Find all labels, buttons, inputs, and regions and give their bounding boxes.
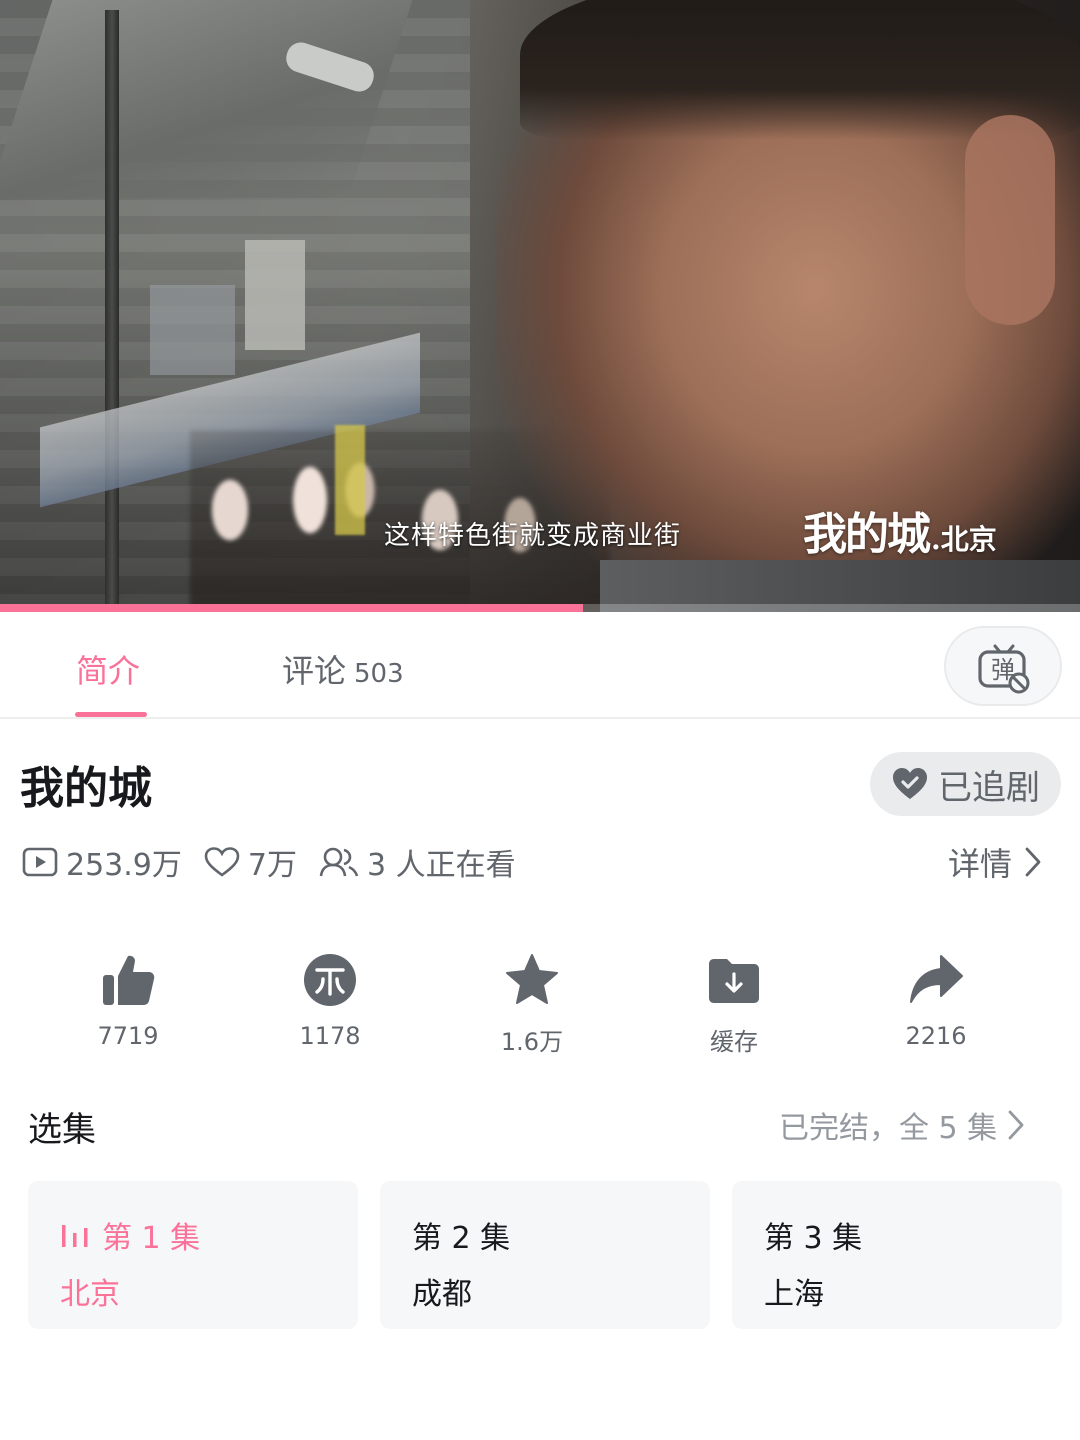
favorite-button[interactable]: 1.6万 (452, 952, 612, 1057)
show-title: 我的城 (20, 763, 152, 814)
watching-count-value: 3 人正在看 (366, 848, 516, 883)
viewers-icon (319, 847, 359, 877)
like-count-label: 7719 (97, 1022, 159, 1050)
follow-series-button[interactable]: 已追剧 (870, 752, 1061, 816)
episodes-status-label: 已完结，全 5 集 (779, 1111, 998, 1146)
tab-intro-label: 简介 (76, 652, 141, 690)
share-count-label: 2216 (905, 1022, 967, 1050)
episode-card-1[interactable]: 第 1 集 北京 (28, 1181, 358, 1329)
active-tab-indicator (75, 712, 147, 717)
now-playing-icon (62, 1225, 88, 1247)
watermark-title: 我的城 (803, 509, 931, 560)
download-button[interactable]: 缓存 (654, 952, 814, 1057)
like-count: 7万 (204, 840, 297, 884)
tab-bar: 简介 评论 503 弹 (0, 612, 1080, 719)
heart-check-icon (893, 768, 927, 799)
video-frame-yellow-sign (335, 425, 365, 535)
share-icon (910, 955, 963, 1003)
episode-name: 成都 (412, 1277, 472, 1312)
coin-button[interactable]: 1178 (250, 952, 410, 1050)
play-count: 253.9万 (22, 840, 182, 884)
video-frame-panel (150, 285, 235, 375)
episode-card-2[interactable]: 第 2 集 成都 (380, 1181, 710, 1329)
like-button[interactable]: 7719 (48, 952, 208, 1050)
like-count-value: 7万 (247, 848, 297, 883)
tab-comments[interactable]: 评论 503 (282, 646, 404, 692)
thumb-up-icon (103, 955, 155, 1005)
episode-name: 上海 (764, 1277, 824, 1312)
progress-fill (0, 604, 584, 612)
episode-card-3[interactable]: 第 3 集 上海 (732, 1181, 1062, 1329)
video-frame-sign (245, 240, 305, 350)
download-label: 缓存 (710, 1028, 758, 1056)
episode-number: 第 2 集 (412, 1221, 511, 1256)
episode-number: 第 1 集 (60, 1213, 358, 1257)
video-watermark: 我的城.北京 (803, 498, 997, 562)
coin-count-label: 1178 (299, 1022, 361, 1050)
show-stats: 253.9万 7万 3 人正在看 (22, 838, 538, 886)
favorite-count-label: 1.6万 (500, 1028, 564, 1056)
episode-number: 第 3 集 (764, 1221, 863, 1256)
episode-number-label: 第 1 集 (102, 1221, 201, 1256)
video-frame-ear (965, 115, 1055, 325)
episode-name: 北京 (60, 1277, 120, 1312)
watching-count: 3 人正在看 (319, 840, 516, 884)
play-count-icon (22, 847, 58, 877)
tab-comments-label: 评论 (282, 652, 347, 690)
heart-outline-icon (204, 847, 240, 877)
play-count-value: 253.9万 (66, 848, 182, 883)
video-subtitle: 这样特色街就变成商业街 (384, 521, 682, 551)
danmaku-off-icon: 弹 (978, 644, 1030, 694)
share-button[interactable]: 2216 (856, 952, 1016, 1050)
video-frame-pole (105, 10, 119, 610)
follow-label: 已追剧 (938, 767, 1040, 808)
details-link[interactable]: 详情 (948, 838, 1042, 886)
watermark-city: .北京 (931, 523, 997, 556)
chevron-right-icon (1008, 1110, 1024, 1140)
comment-count: 503 (354, 659, 404, 689)
details-label: 详情 (948, 845, 1013, 883)
danmaku-toggle-button[interactable]: 弹 (944, 626, 1062, 706)
episodes-heading: 选集 (28, 1110, 96, 1150)
video-frame-roof (0, 0, 413, 200)
episodes-all-link[interactable]: 已完结，全 5 集 (779, 1102, 1025, 1148)
chevron-right-icon (1025, 847, 1041, 877)
video-player[interactable]: 这样特色街就变成商业街 我的城.北京 (0, 0, 1080, 612)
progress-bar[interactable] (0, 604, 1080, 612)
tab-intro[interactable]: 简介 (76, 646, 140, 692)
download-folder-icon (709, 959, 759, 1003)
coin-icon (304, 954, 356, 1006)
star-icon (506, 954, 558, 1004)
